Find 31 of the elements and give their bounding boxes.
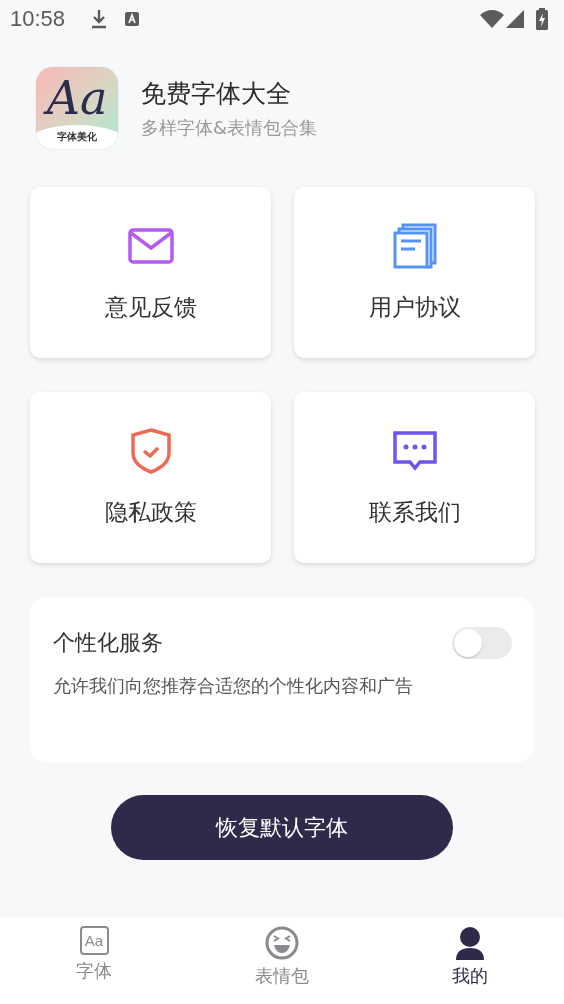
signal-icon (506, 10, 524, 28)
shield-check-icon (130, 428, 171, 474)
tab[interactable]: 表情包 (188, 926, 376, 1004)
toggle-switch[interactable] (452, 627, 512, 659)
battery-icon (536, 8, 548, 30)
card-label: 用户协议 (368, 293, 461, 322)
reset-button[interactable]: 恢复默认字体 (111, 795, 453, 860)
menu-card[interactable]: 用户协议 (294, 187, 535, 358)
tab[interactable]: 我的 (376, 926, 564, 1004)
card-label: 联系我们 (368, 498, 461, 527)
documents-icon (392, 223, 437, 269)
app-title: 免费字体大全 (141, 77, 292, 110)
tab[interactable]: Aa 字体 (0, 926, 188, 1004)
menu-card[interactable]: 意见反馈 (30, 187, 271, 358)
person-icon (453, 926, 487, 960)
download-icon (91, 9, 108, 29)
logo-caption: 字体美化 (57, 130, 97, 144)
app-subtitle: 多样字体&表情包合集 (141, 115, 318, 140)
card-label: 意见反馈 (104, 293, 197, 322)
card-label: 隐私政策 (104, 498, 197, 527)
setting-title: 个性化服务 (53, 629, 163, 657)
menu-card[interactable]: 联系我们 (294, 392, 535, 563)
font-icon: Aa (79, 926, 109, 955)
setting-description: 允许我们向您推荐合适您的个性化内容和广告 (53, 674, 414, 698)
wifi-icon (480, 10, 504, 28)
laughing-face-icon (265, 926, 299, 960)
font-app-icon (125, 12, 140, 26)
chat-icon (392, 431, 437, 471)
clock: 10:58 (10, 6, 66, 32)
mail-icon (127, 228, 174, 264)
menu-card[interactable]: 隐私政策 (30, 392, 271, 563)
